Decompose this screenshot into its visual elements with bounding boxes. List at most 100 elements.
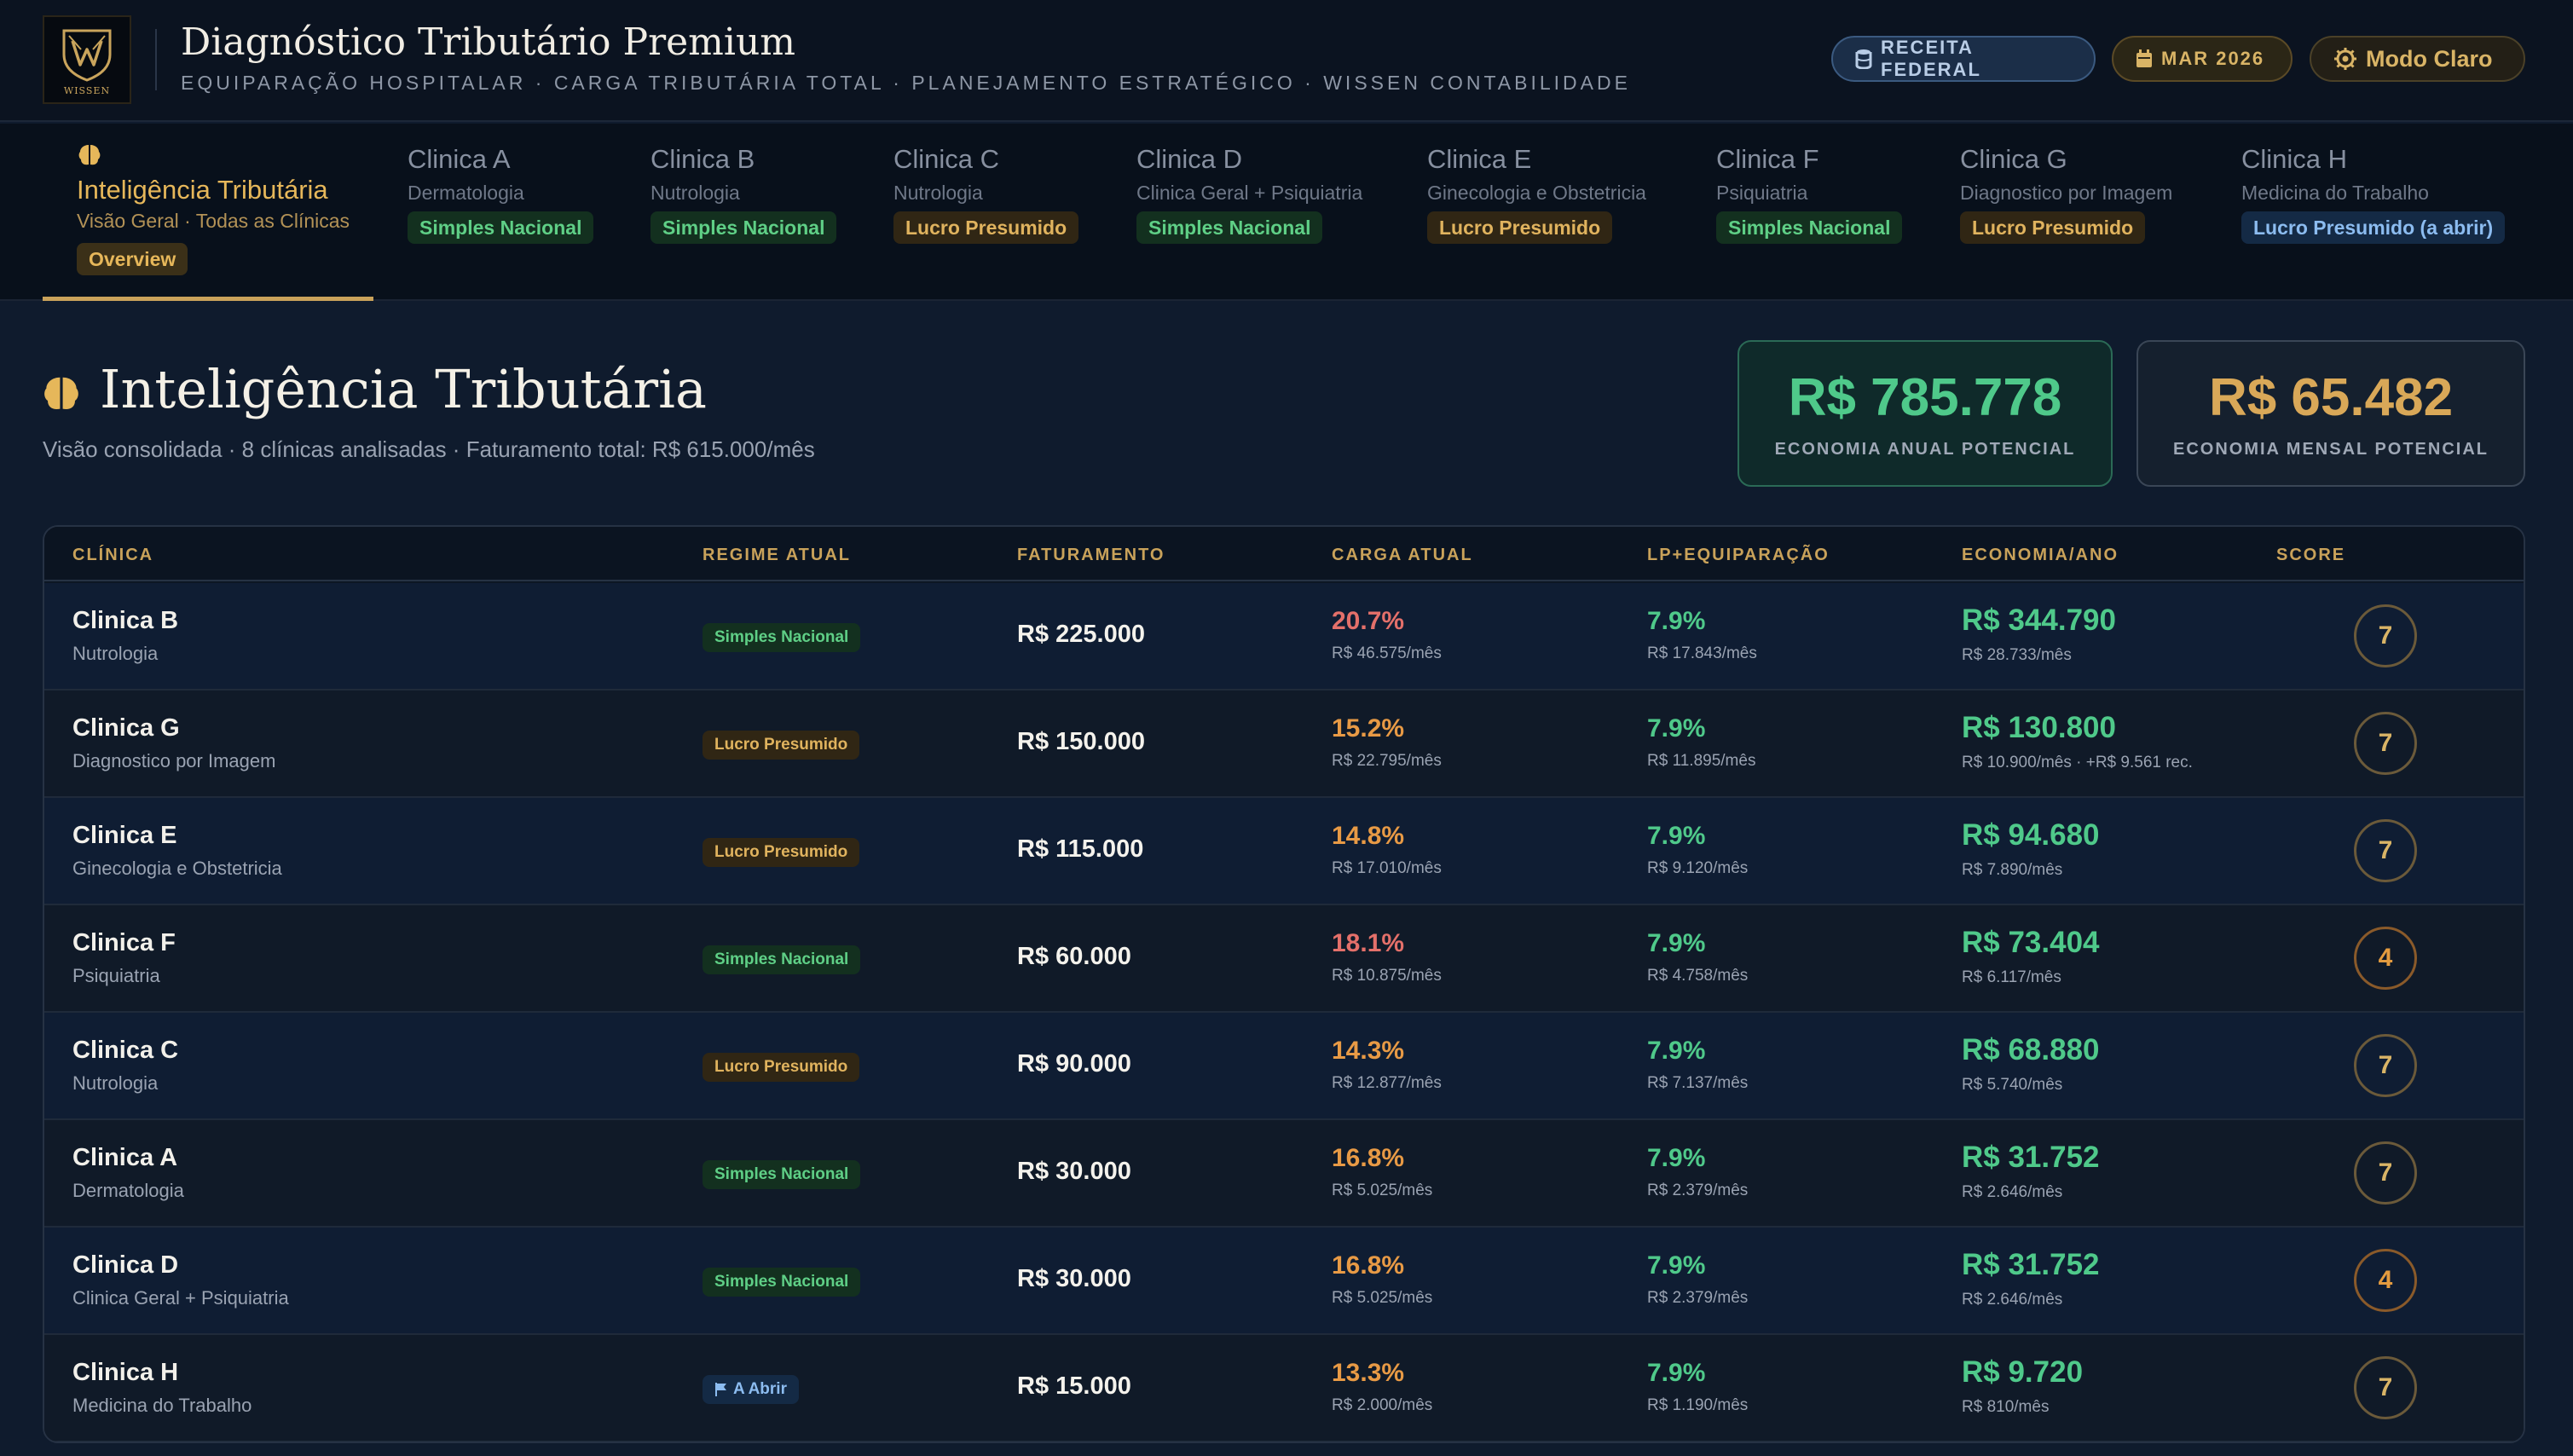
tab-sub: Diagnostico por Imagem (1960, 182, 2173, 204)
tab-clinica-e[interactable]: Clinica E Ginecologia e Obstetricia Lucr… (1427, 124, 1700, 301)
clinic-specialty: Medicina do Trabalho (72, 1395, 252, 1416)
receita-federal-badge[interactable]: RECEITA FEDERAL (1831, 36, 2096, 82)
lp-equiparacao-monthly: R$ 11.895/mês (1647, 752, 1756, 770)
clinic-specialty: Dermatologia (72, 1180, 184, 1201)
page-subtitle: Visão consolidada · 8 clínicas analisada… (43, 436, 815, 462)
tab-clinica-f[interactable]: Clinica F Psiquiatria Simples Nacional (1716, 124, 1929, 301)
column-header[interactable]: CARGA ATUAL (1332, 546, 1473, 565)
column-header[interactable]: REGIME ATUAL (703, 546, 851, 565)
column-header[interactable]: SCORE (2276, 546, 2345, 565)
tab-clinica-d[interactable]: Clinica D Clinica Geral + Psiquiatria Si… (1136, 124, 1409, 301)
economia-monthly: R$ 810/mês (1962, 1398, 2050, 1416)
brain-icon (44, 377, 78, 409)
regime-label: Lucro Presumido (714, 843, 848, 861)
regime-label: Lucro Presumido (714, 1058, 848, 1076)
tab-regime-badge: Lucro Presumido (a abrir) (2241, 211, 2506, 244)
tab-regime-badge: Lucro Presumido (1960, 211, 2146, 244)
tab-regime-badge: Lucro Presumido (893, 211, 1079, 244)
tab-regime-badge: Simples Nacional (650, 211, 837, 244)
lp-equiparacao-monthly: R$ 7.137/mês (1647, 1074, 1749, 1092)
clinic-name[interactable]: Clinica G (72, 714, 180, 742)
tab-clinica-a[interactable]: Clinica A Dermatologia Simples Nacional (408, 124, 621, 301)
carga-atual-value: 13.3% (1332, 1359, 1405, 1387)
clinic-name[interactable]: Clinica F (72, 929, 176, 957)
clinic-specialty: Clinica Geral + Psiquiatria (72, 1287, 289, 1309)
regime-badge: Lucro Presumido (703, 731, 860, 760)
carga-atual-monthly: R$ 17.010/mês (1332, 859, 1442, 877)
column-header[interactable]: CLÍNICA (72, 546, 153, 565)
table-row[interactable]: Clinica B Nutrologia Simples Nacional R$ 22… (44, 583, 2524, 690)
tab-clinica-h[interactable]: Clinica H Medicina do Trabalho Lucro Pre… (2241, 124, 2523, 301)
clinic-name[interactable]: Clinica C (72, 1037, 178, 1065)
regime-badge: Simples Nacional (703, 945, 861, 974)
tab-name: Clinica H (2241, 144, 2348, 174)
regime-badge: Lucro Presumido (703, 1053, 860, 1082)
regime-label: Simples Nacional (714, 950, 849, 968)
clinic-name[interactable]: Clinica A (72, 1144, 177, 1172)
carga-atual-monthly: R$ 22.795/mês (1332, 752, 1442, 770)
tab-name: Clinica C (893, 144, 1000, 174)
faturamento-value: R$ 30.000 (1017, 1158, 1131, 1185)
tab-sub: Ginecologia e Obstetricia (1427, 182, 1646, 204)
economia-monthly: R$ 7.890/mês (1962, 861, 2063, 879)
column-header[interactable]: LP+EQUIPARAÇÃO (1647, 546, 1830, 565)
clinic-name[interactable]: Clinica H (72, 1359, 178, 1387)
tab-clinica-g[interactable]: Clinica G Diagnostico por Imagem Lucro P… (1960, 124, 2216, 301)
tab-name: Clinica D (1136, 144, 1243, 174)
theme-toggle-button[interactable]: Modo Claro (2310, 36, 2525, 82)
lp-equiparacao-value: 7.9% (1647, 929, 1706, 957)
date-badge[interactable]: MAR 2026 (2112, 36, 2293, 82)
carga-atual-value: 14.8% (1332, 822, 1405, 850)
shield-crest-icon (62, 29, 112, 82)
header-divider (155, 29, 157, 90)
table-row[interactable]: Clinica E Ginecologia e Obstetricia Lucro … (44, 798, 2524, 905)
economia-monthly: R$ 2.646/mês (1962, 1183, 2063, 1201)
clinic-specialty: Nutrologia (72, 643, 159, 664)
lp-equiparacao-value: 7.9% (1647, 714, 1706, 742)
faturamento-value: R$ 225.000 (1017, 621, 1145, 648)
table-row[interactable]: Clinica G Diagnostico por Imagem Lucro Pre… (44, 690, 2524, 798)
faturamento-value: R$ 115.000 (1017, 835, 1144, 863)
kpi-monthly-savings: R$ 65.482 ECONOMIA MENSAL POTENCIAL (2136, 340, 2525, 487)
table-row[interactable]: Clinica A Dermatologia Simples Nacional R$ … (44, 1120, 2524, 1228)
clinic-name[interactable]: Clinica D (72, 1251, 178, 1280)
kpi-monthly-value: R$ 65.482 (2208, 368, 2454, 427)
kpi-monthly-label: ECONOMIA MENSAL POTENCIAL (2172, 440, 2489, 459)
economia-ano-value: R$ 68.880 (1962, 1033, 2100, 1066)
wissen-logo: WISSEN (43, 15, 131, 104)
carga-atual-value: 16.8% (1332, 1251, 1405, 1280)
column-header[interactable]: ECONOMIA/ANO (1962, 546, 2119, 565)
regime-badge: Simples Nacional (703, 1268, 861, 1297)
clinic-name[interactable]: Clinica B (72, 607, 178, 635)
database-icon (1855, 49, 1872, 69)
column-header[interactable]: FATURAMENTO (1017, 546, 1165, 565)
tab-sub: Medicina do Trabalho (2241, 182, 2429, 204)
tab-overview[interactable]: Inteligência Tributária Visão Geral · To… (77, 124, 373, 301)
table-row[interactable]: Clinica F Psiquiatria Simples Nacional R$ 6… (44, 905, 2524, 1013)
score-badge: 7 (2354, 1034, 2417, 1097)
lp-equiparacao-value: 7.9% (1647, 822, 1706, 850)
table-row[interactable]: Clinica H Medicina do Trabalho A Abrir R$ 1… (44, 1335, 2524, 1442)
active-tab-indicator (43, 297, 373, 301)
regime-label: Simples Nacional (714, 1273, 849, 1291)
carga-atual-monthly: R$ 2.000/mês (1332, 1396, 1433, 1414)
table-row[interactable]: Clinica D Clinica Geral + Psiquiatria Simp… (44, 1228, 2524, 1335)
table-row[interactable]: Clinica C Nutrologia Lucro Presumido R$ 90.… (44, 1013, 2524, 1120)
clinic-specialty: Psiquiatria (72, 965, 160, 986)
tab-clinica-b[interactable]: Clinica B Nutrologia Simples Nacional (650, 124, 864, 301)
clinic-specialty: Ginecologia e Obstetricia (72, 858, 282, 879)
carga-atual-monthly: R$ 10.875/mês (1332, 967, 1442, 985)
tab-sub: Clinica Geral + Psiquiatria (1136, 182, 1363, 204)
calendar-icon (2136, 49, 2152, 67)
faturamento-value: R$ 150.000 (1017, 728, 1145, 755)
table-header: CLÍNICA REGIME ATUAL FATURAMENTO CARGA A… (44, 527, 2524, 581)
economia-ano-value: R$ 9.720 (1962, 1355, 2084, 1389)
score-badge: 7 (2354, 712, 2417, 775)
economia-monthly: R$ 28.733/mês (1962, 646, 2072, 664)
gear-icon (2334, 48, 2356, 70)
tab-name: Clinica A (408, 144, 511, 174)
tab-regime-badge: Simples Nacional (1136, 211, 1323, 244)
tab-clinica-c[interactable]: Clinica C Nutrologia Lucro Presumido (893, 124, 1107, 301)
app-title: Diagnóstico Tributário Premium (181, 20, 796, 64)
clinic-name[interactable]: Clinica E (72, 822, 177, 850)
